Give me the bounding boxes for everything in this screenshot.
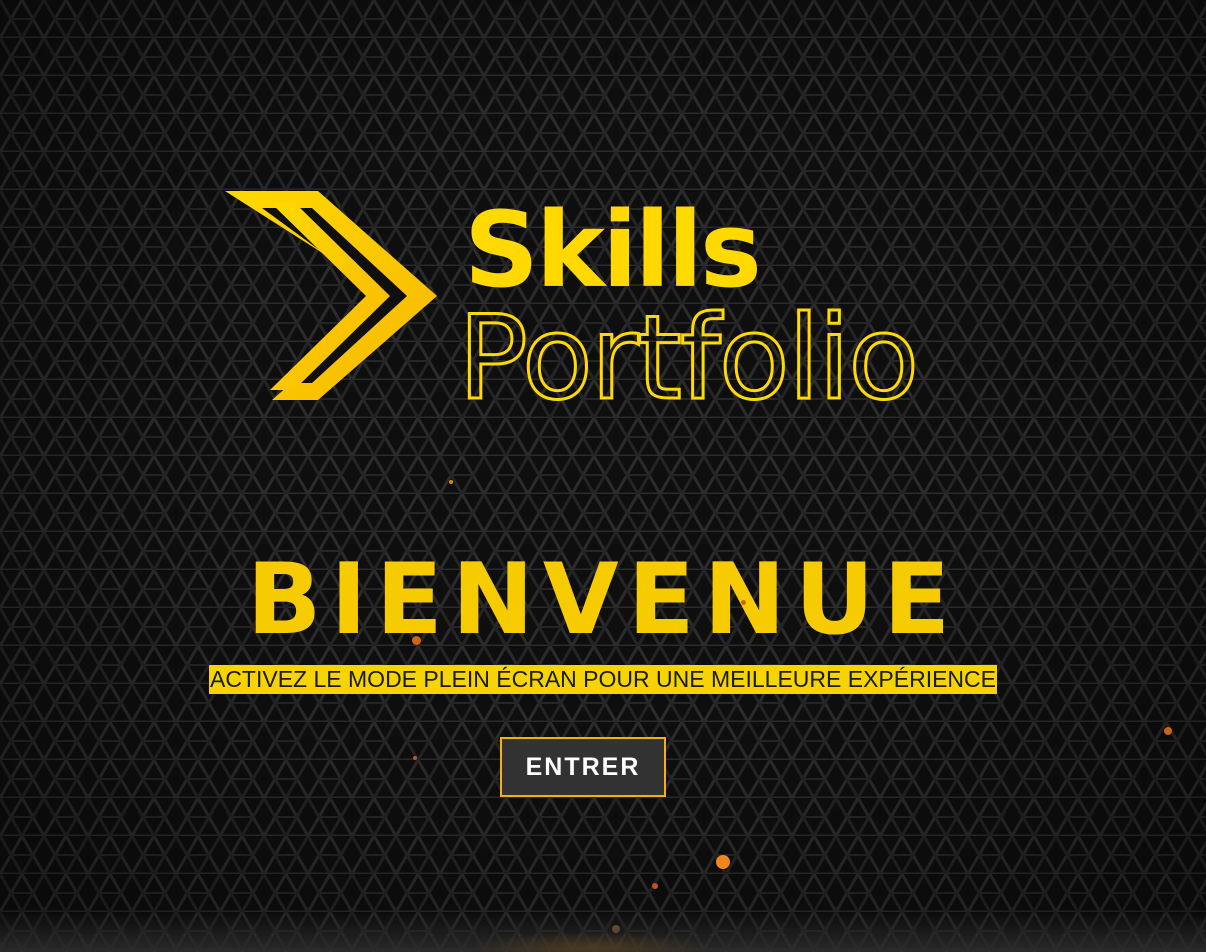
ember-particle — [716, 855, 730, 869]
logo-graphic: Skills Portfolio — [225, 189, 921, 406]
ember-particle — [449, 480, 453, 484]
welcome-title: BIENVENUE — [246, 543, 960, 657]
triangle-pattern-background — [0, 0, 1206, 952]
enter-button[interactable]: ENTRER — [500, 737, 666, 797]
splash-screen: Skills Portfolio BIENVENUE ACTIVEZ LE MO… — [0, 0, 1206, 952]
ember-particle — [741, 600, 746, 605]
bottom-glow — [470, 932, 710, 952]
fullscreen-hint: ACTIVEZ LE MODE PLEIN ÉCRAN POUR UNE MEI… — [208, 665, 997, 694]
ember-particle — [1164, 727, 1172, 735]
skills-portfolio-logo: Skills Portfolio — [222, 186, 942, 406]
ember-particle — [413, 756, 417, 760]
ember-particle — [652, 883, 658, 889]
fullscreen-hint-wrapper: ACTIVEZ LE MODE PLEIN ÉCRAN POUR UNE MEI… — [0, 665, 1206, 694]
double-chevron-icon — [225, 191, 437, 400]
ember-particle — [412, 636, 421, 645]
logo-word-portfolio: Portfolio — [458, 291, 917, 406]
